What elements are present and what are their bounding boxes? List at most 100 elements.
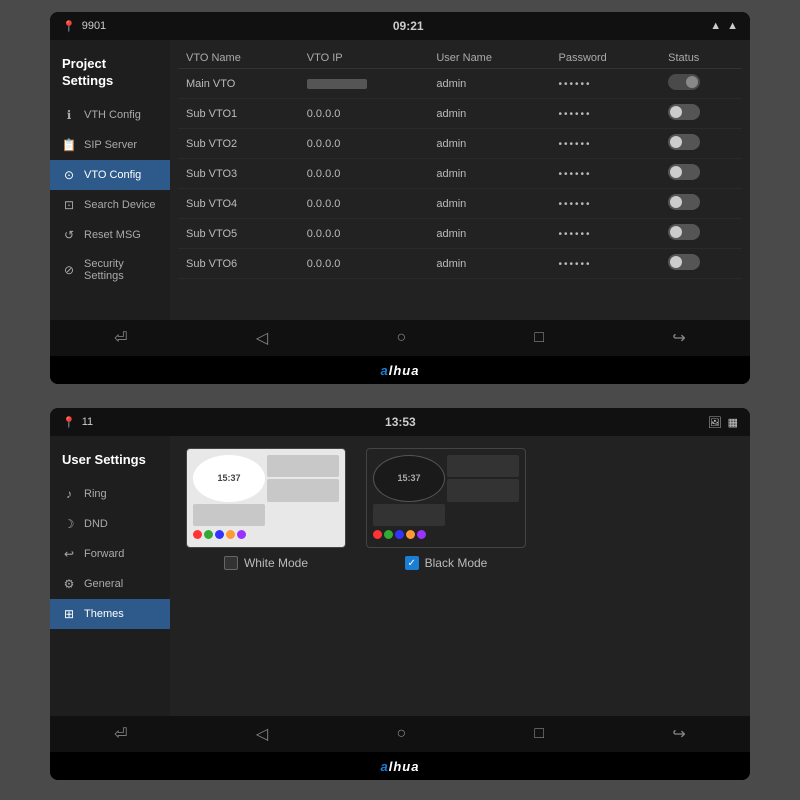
sidebar-item-general[interactable]: ⚙ General (50, 569, 170, 599)
sidebar-label-ring: Ring (84, 488, 107, 500)
sidebar-item-security[interactable]: ⊘ Security Settings (50, 250, 170, 290)
sidebar-label-sip: SIP Server (84, 139, 137, 151)
cell-username: admin (428, 159, 550, 189)
device-frame-2: 📍 11 13:53 🖼 ▦ User Settings ♪ Ring ☽ DN (50, 408, 750, 780)
device-frame-1: 📍 9901 09:21 ▲ ▲ Project Settings ℹ VTH … (50, 12, 750, 384)
sidebar-item-themes[interactable]: ⊞ Themes (50, 599, 170, 629)
table-row: Sub VTO50.0.0.0admin•••••• (178, 219, 742, 249)
black-icon-2 (384, 530, 393, 539)
cell-username: admin (428, 69, 550, 99)
alert-icon: ▲ (710, 20, 721, 32)
status-left-1: 📍 9901 (62, 20, 106, 33)
table-row: Sub VTO20.0.0.0admin•••••• (178, 129, 742, 159)
white-icon-2 (204, 530, 213, 539)
signal-icon: 📍 (62, 20, 76, 33)
black-mode-preview: 15:37 (366, 448, 526, 548)
cell-vto-ip (299, 69, 429, 99)
sidebar-item-vth-config[interactable]: ℹ VTH Config (50, 100, 170, 130)
col-header-password: Password (550, 48, 660, 69)
status-toggle[interactable] (668, 164, 700, 180)
nav-square-btn[interactable]: □ (518, 325, 560, 351)
white-mode-checkbox[interactable] (224, 556, 238, 570)
reset-icon: ↺ (62, 228, 76, 242)
general-icon: ⚙ (62, 577, 76, 591)
nav-square-btn-2[interactable]: □ (518, 721, 560, 747)
white-mode-label-row: White Mode (224, 556, 308, 570)
brand-accent-2: a (381, 759, 389, 774)
time-display-1: 09:21 (393, 19, 424, 33)
sidebar-item-vto-config[interactable]: ⊙ VTO Config (50, 160, 170, 190)
cell-status (660, 159, 742, 189)
cell-status (660, 189, 742, 219)
nav-home-btn-2[interactable]: ○ (380, 721, 422, 747)
sidebar-item-sip-server[interactable]: 📋 SIP Server (50, 130, 170, 160)
status-toggle[interactable] (668, 134, 700, 150)
sidebar-item-search-device[interactable]: ⊡ Search Device (50, 190, 170, 220)
sidebar-title-1: Project Settings (50, 50, 170, 100)
cell-vto-name: Sub VTO1 (178, 99, 299, 129)
sidebar-item-forward[interactable]: ↩ Forward (50, 539, 170, 569)
sidebar-item-dnd[interactable]: ☽ DND (50, 509, 170, 539)
sidebar-item-ring[interactable]: ♪ Ring (50, 479, 170, 509)
col-header-vto-name: VTO Name (178, 48, 299, 69)
sidebar-label-general: General (84, 578, 123, 590)
status-toggle[interactable] (668, 194, 700, 210)
cell-password: •••••• (550, 69, 660, 99)
nav-left-btn[interactable]: ◁ (240, 324, 284, 352)
cell-username: admin (428, 219, 550, 249)
black-widget-3 (373, 504, 445, 526)
brand-accent: a (381, 363, 389, 378)
status-left-2: 📍 11 (62, 416, 93, 429)
black-mode-checkbox[interactable]: ✓ (405, 556, 419, 570)
status-toggle[interactable] (668, 104, 700, 120)
white-icon-3 (215, 530, 224, 539)
sidebar-item-reset-msg[interactable]: ↺ Reset MSG (50, 220, 170, 250)
status-toggle[interactable] (668, 74, 700, 90)
white-icon-row (193, 528, 339, 541)
cell-status (660, 129, 742, 159)
nav-back-btn-2[interactable]: ⏎ (98, 720, 143, 748)
black-widget-2 (447, 479, 519, 501)
cell-vto-ip: 0.0.0.0 (299, 219, 429, 249)
table-row: Sub VTO60.0.0.0admin•••••• (178, 249, 742, 279)
blurred-ip (307, 79, 367, 89)
sidebar-1: Project Settings ℹ VTH Config 📋 SIP Serv… (50, 40, 170, 320)
nav-forward-btn-2[interactable]: ↪ (656, 720, 701, 748)
password-dots: •••••• (558, 259, 591, 270)
black-icon-4 (406, 530, 415, 539)
dnd-icon: ☽ (62, 517, 76, 531)
vth-config-icon: ℹ (62, 108, 76, 122)
col-header-username: User Name (428, 48, 550, 69)
cell-vto-name: Sub VTO4 (178, 189, 299, 219)
white-widget-3 (193, 504, 265, 526)
sidebar-label-dnd: DND (84, 518, 108, 530)
cell-password: •••••• (550, 159, 660, 189)
cell-username: admin (428, 129, 550, 159)
white-mode-preview: 15:37 (186, 448, 346, 548)
search-device-icon: ⊡ (62, 198, 76, 212)
cell-status (660, 249, 742, 279)
table-row: Sub VTO10.0.0.0admin•••••• (178, 99, 742, 129)
white-clock: 15:37 (193, 455, 265, 502)
status-toggle[interactable] (668, 254, 700, 270)
nav-forward-btn[interactable]: ↪ (656, 324, 701, 352)
sidebar-label-themes: Themes (84, 608, 124, 620)
status-icons-1: ▲ ▲ (710, 20, 738, 32)
black-icon-1 (373, 530, 382, 539)
status-bar-2: 📍 11 13:53 🖼 ▦ (50, 408, 750, 436)
status-bar-1: 📍 9901 09:21 ▲ ▲ (50, 12, 750, 40)
status-toggle[interactable] (668, 224, 700, 240)
nav-back-btn[interactable]: ⏎ (98, 324, 143, 352)
nav-left-btn-2[interactable]: ◁ (240, 720, 284, 748)
table-row: Main VTOadmin•••••• (178, 69, 742, 99)
screen1-wrapper: 📍 9901 09:21 ▲ ▲ Project Settings ℹ VTH … (0, 0, 800, 396)
nav-home-btn[interactable]: ○ (380, 325, 422, 351)
brand-bar-1: alhua (50, 356, 750, 384)
black-icon-row (373, 528, 519, 541)
signal-value-2: 11 (82, 416, 93, 428)
signal-icon-2: 📍 (62, 416, 76, 429)
white-widget-2 (267, 479, 339, 501)
black-mode-card: 15:37 ✓ Black (366, 448, 526, 570)
brand-logo-2: alhua (381, 759, 420, 774)
vto-table: VTO Name VTO IP User Name Password Statu… (178, 48, 742, 279)
